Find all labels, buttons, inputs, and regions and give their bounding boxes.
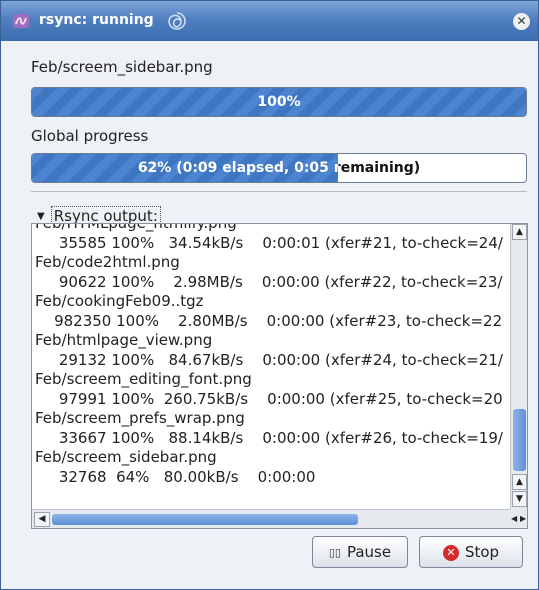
file-progress-text: 100% [257, 94, 301, 110]
current-file-label: Feb/screem_sidebar.png [31, 58, 213, 76]
output-line: 29132 100% 84.67kB/s 0:00:00 (xfer#24, t… [35, 350, 503, 369]
output-line: 33667 100% 88.14kB/s 0:00:00 (xfer#26, t… [35, 428, 503, 447]
output-line: Feb/code2html.png [35, 253, 180, 271]
scroll-corner: ◀ ▶ [510, 509, 527, 528]
output-lines: Feb/HTMLpage_htmlify.png 35585 100% 34.5… [35, 224, 503, 487]
arrow-up-icon[interactable]: ▲ [512, 224, 527, 240]
arrow-right-icon[interactable]: ▶ [520, 511, 527, 526]
output-line: Feb/cookingFeb09..tgz [35, 292, 204, 310]
swirl-icon [168, 12, 186, 30]
output-line: 35585 100% 34.54kB/s 0:00:01 (xfer#21, t… [35, 233, 503, 252]
global-progress-bar: 62% (0:09 elapsed, 0:05 remaining) 62% (… [31, 153, 527, 183]
vertical-scrollbar[interactable]: ▲ ▲ ▼ [510, 224, 527, 509]
output-line: 90622 100% 2.98MB/s 0:00:00 (xfer#22, to… [35, 272, 503, 291]
output-line: Feb/HTMLpage_htmlify.png [35, 224, 503, 234]
output-line: 32768 64% 80.00kB/s 0:00:00 [35, 467, 316, 486]
arrow-left-icon[interactable]: ◀ [34, 512, 50, 527]
stop-button-label: Stop [464, 543, 500, 561]
title-bar[interactable]: rsync: running ✕ [1, 1, 538, 41]
close-icon[interactable]: ✕ [513, 13, 530, 30]
window-title: rsync: running [39, 12, 154, 28]
arrow-down-icon[interactable]: ▼ [512, 491, 527, 507]
rsync-app-icon [13, 14, 29, 28]
arrow-up-icon[interactable]: ▲ [512, 474, 527, 490]
stop-icon: ✕ [442, 544, 459, 561]
file-progress-bar: 100% [31, 87, 527, 117]
vertical-scroll-thumb[interactable] [513, 409, 526, 471]
triangle-down-icon: ▼ [37, 211, 45, 222]
rsync-output-box: Feb/HTMLpage_htmlify.png 35585 100% 34.5… [31, 223, 528, 529]
pause-icon: ▯▯ [328, 545, 341, 559]
pause-button-label: Pause [346, 543, 392, 561]
global-progress-label: Global progress [31, 127, 149, 145]
output-line: 97991 100% 260.75kB/s 0:00:00 (xfer#25, … [35, 389, 503, 408]
rsync-output-text[interactable]: Feb/HTMLpage_htmlify.png 35585 100% 34.5… [32, 224, 510, 509]
stop-button[interactable]: ✕ Stop [419, 536, 523, 568]
output-line: Feb/screem_sidebar.png [35, 448, 217, 466]
output-line: Feb/htmlpage_view.png [35, 331, 213, 349]
output-line: Feb/screem_editing_font.png [35, 370, 252, 388]
pause-button[interactable]: ▯▯ Pause [312, 536, 408, 568]
separator [31, 191, 527, 192]
output-line: 982350 100% 2.80MB/s 0:00:00 (xfer#23, t… [35, 311, 503, 330]
output-line: Feb/screem_prefs_wrap.png [35, 409, 245, 427]
rsync-window: rsync: running ✕ Feb/screem_sidebar.png … [0, 0, 539, 590]
horizontal-scrollbar[interactable]: ◀ [32, 509, 510, 528]
arrow-left-icon[interactable]: ◀ [511, 511, 519, 526]
horizontal-scroll-thumb[interactable] [52, 514, 358, 525]
